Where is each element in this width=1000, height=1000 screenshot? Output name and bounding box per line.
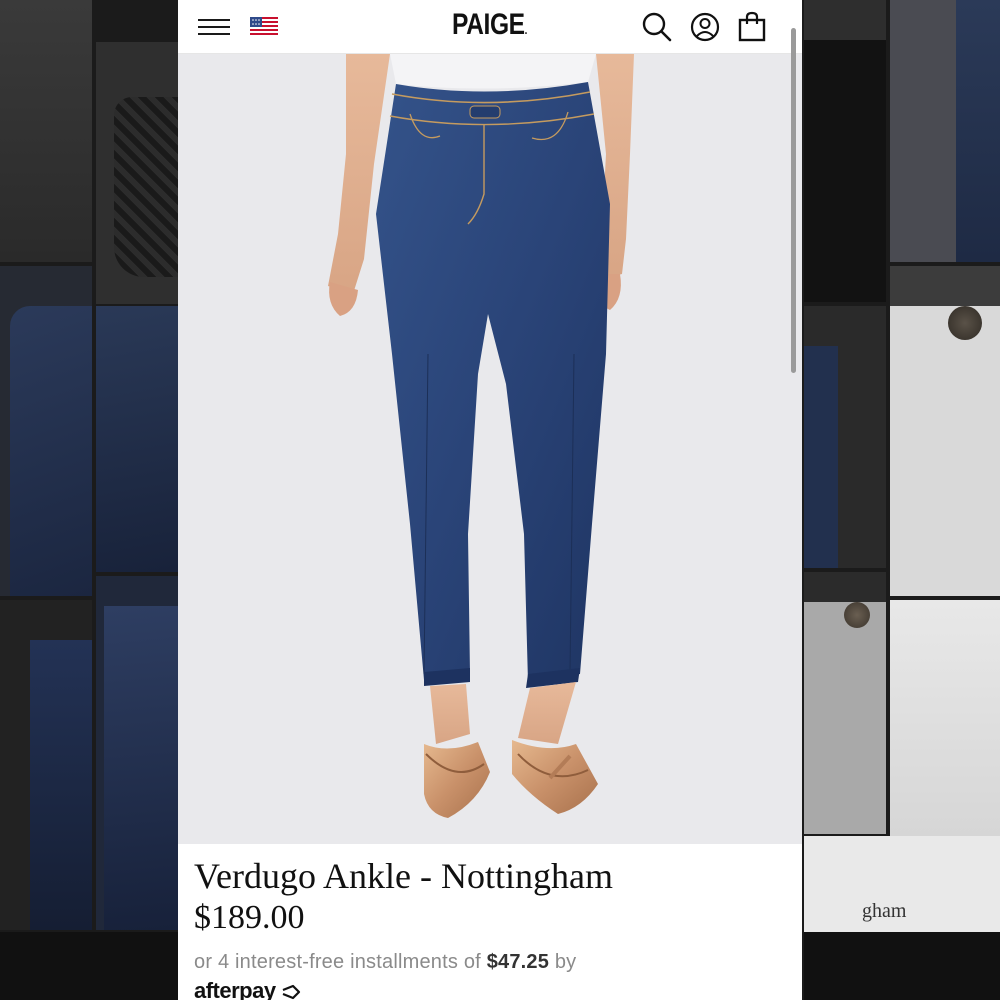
afterpay-label: afterpay [194,978,276,1000]
background-photo-tile [804,306,886,568]
search-icon[interactable] [640,10,674,44]
scrollbar[interactable] [791,28,796,373]
model-photo [178,54,802,844]
background-photo-tile [804,0,886,302]
background-photo-tile [890,266,1000,596]
brand-logo[interactable]: PAIGE. [452,8,527,42]
background-photo-tile [0,266,92,596]
background-photo-tile [804,932,1000,1000]
installment-amount: $47.25 [486,951,550,973]
account-icon[interactable] [688,10,722,44]
afterpay-logo[interactable]: afterpay [194,978,301,1000]
product-price: $189.00 [194,899,305,936]
background-photo-tile [96,42,178,304]
background-photo-tile [0,600,92,930]
installment-text: or 4 interest-free installments of $47.2… [194,951,576,974]
background-photo-tile [0,0,92,262]
afterpay-arrow-icon [282,985,301,1000]
installment-suffix: by [554,951,577,973]
background-photo-tile [96,576,178,930]
background-photo-tile: gham [804,836,1000,932]
background-photo-tile [804,572,886,834]
installment-prefix: or 4 interest-free installments of [194,951,481,973]
product-title: Verdugo Ankle - Nottingham [194,856,613,896]
product-image[interactable] [178,54,802,844]
background-photo-tile [0,932,178,1000]
us-flag-icon[interactable] [250,17,278,37]
background-partial-text: gham [862,900,907,922]
hamburger-menu-icon[interactable] [198,17,230,37]
background-photo-tile [890,0,1000,262]
product-page: PAIGE. Verdugo Ankle - Nottingham $189.0… [178,0,802,1000]
shopping-bag-icon[interactable] [735,10,769,44]
top-navigation-bar: PAIGE. [178,0,802,54]
background-photo-tile [96,306,178,572]
